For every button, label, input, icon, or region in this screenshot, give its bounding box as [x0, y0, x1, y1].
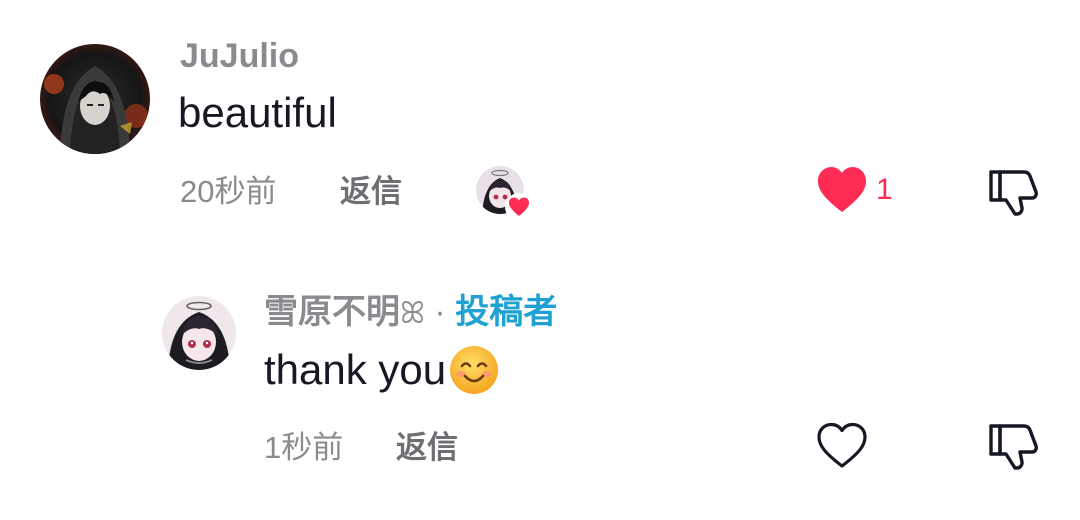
- heart-icon: [504, 192, 534, 222]
- heart-filled-icon: [818, 167, 866, 212]
- like-button[interactable]: [814, 162, 870, 218]
- reply-button[interactable]: 返信: [396, 428, 458, 468]
- reply-text-row: thank you: [264, 344, 500, 396]
- anime-character-avatar[interactable]: [162, 296, 236, 370]
- hooded-figure-avatar[interactable]: [40, 44, 150, 154]
- reply-username-row: 雪原不明ꕤ · 投稿者: [264, 292, 557, 334]
- comment-timestamp: 20秒前: [180, 174, 277, 209]
- reply-text: thank you: [264, 346, 447, 393]
- heart-outline-icon: [817, 422, 867, 468]
- comment-thread: JuJulio beautiful 20秒前 返信 1 雪原不明ꕤ · 投稿者 …: [0, 0, 1080, 520]
- comment-username[interactable]: JuJulio: [180, 36, 299, 76]
- thumbs-down-icon: [989, 170, 1038, 216]
- reply-button[interactable]: 返信: [340, 172, 402, 212]
- reply-timestamp: 1秒前: [264, 430, 344, 465]
- reply-username[interactable]: 雪原不明: [264, 293, 400, 331]
- smiling-face-emoji: [450, 346, 499, 394]
- author-tag: 投稿者: [455, 293, 558, 331]
- like-button[interactable]: [814, 418, 870, 474]
- username-suffix: ꕤ: [400, 297, 425, 330]
- dislike-button[interactable]: [986, 418, 1042, 474]
- thumbs-down-icon: [989, 424, 1038, 470]
- separator-dot: ·: [434, 293, 446, 331]
- creator-liked-indicator: [476, 166, 536, 226]
- comment-text: beautiful: [178, 89, 337, 136]
- dislike-button[interactable]: [986, 164, 1042, 220]
- like-count: 1: [876, 173, 893, 206]
